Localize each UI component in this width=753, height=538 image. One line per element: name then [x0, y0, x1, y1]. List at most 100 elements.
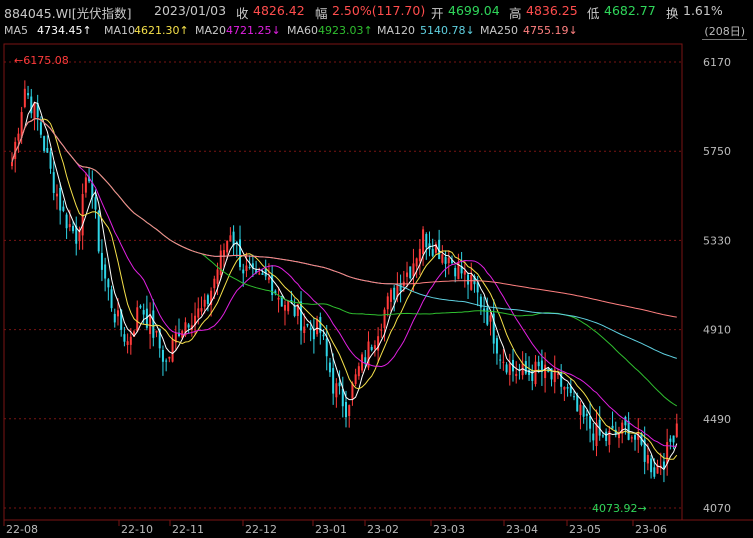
candle-body: [617, 433, 620, 439]
candle-body: [560, 372, 563, 387]
candle-body: [206, 295, 209, 304]
candle-body: [242, 269, 245, 274]
candle-body: [380, 329, 383, 331]
candle-body: [467, 274, 470, 285]
candle-body: [431, 248, 434, 256]
candle-body: [409, 266, 412, 279]
candle-body: [386, 296, 389, 310]
candle-body: [104, 264, 107, 279]
candle-body: [17, 133, 20, 141]
candle-body: [226, 240, 229, 253]
candle-body: [100, 252, 103, 270]
candle-body: [139, 305, 142, 308]
candle-body: [669, 438, 672, 442]
candle-body: [62, 206, 65, 211]
x-tick-label: 23-03: [433, 523, 465, 536]
candle-body: [505, 364, 508, 373]
ma120-line: [11, 117, 677, 359]
candle-body: [94, 197, 97, 210]
candle-body: [165, 360, 168, 362]
candle-body: [171, 339, 174, 362]
candle-body: [454, 267, 457, 277]
candle-body: [415, 258, 418, 267]
candle-body: [248, 266, 251, 268]
candle-body: [65, 214, 68, 229]
candle-body: [563, 386, 566, 390]
y-tick-label: 6170: [703, 56, 731, 69]
candle-body: [495, 338, 498, 354]
candle-body: [630, 437, 633, 439]
candle-body: [49, 152, 52, 169]
candle-body: [200, 308, 203, 312]
candle-body: [383, 309, 386, 328]
candle-body: [611, 425, 614, 429]
candle-body: [370, 346, 373, 351]
candle-body: [389, 289, 392, 302]
candle-body: [393, 287, 396, 300]
candle-body: [155, 330, 158, 333]
x-tick-label: 23-02: [367, 523, 399, 536]
candle-body: [499, 359, 502, 361]
candle-body: [287, 300, 290, 312]
x-tick-label: 22-12: [245, 523, 277, 536]
candle-body: [338, 382, 341, 387]
candle-body: [283, 305, 286, 311]
candle-body: [653, 467, 656, 477]
candle-body: [576, 394, 579, 412]
y-tick-label: 4490: [703, 413, 731, 426]
candle-body: [605, 431, 608, 441]
candle-body: [161, 349, 164, 362]
candle-body: [216, 269, 219, 284]
candle-body: [335, 383, 338, 398]
candle-body: [573, 396, 576, 398]
candle-body: [168, 356, 171, 359]
candle-body: [357, 366, 360, 377]
candle-body: [486, 307, 489, 325]
candle-body: [68, 224, 71, 228]
candle-body: [203, 299, 206, 307]
candle-body: [634, 434, 637, 440]
candle-body: [232, 231, 235, 246]
candle-body: [579, 404, 582, 416]
candle-body: [293, 305, 296, 316]
candle-body: [116, 310, 119, 317]
candle-body: [46, 148, 49, 153]
x-tick-label: 23-05: [569, 523, 601, 536]
candle-body: [129, 336, 132, 345]
candle-body: [601, 435, 604, 437]
candle-body: [27, 93, 30, 96]
candle-body: [412, 263, 415, 277]
candle-body: [325, 338, 328, 357]
candle-body: [245, 265, 248, 271]
ma60-line: [11, 117, 678, 407]
candle-body: [72, 225, 75, 232]
candle-body: [316, 319, 319, 335]
candle-body: [267, 277, 270, 280]
candle-body: [152, 310, 155, 338]
candle-body: [508, 363, 511, 376]
candle-body: [309, 327, 312, 330]
y-tick-label: 5330: [703, 234, 731, 247]
candle-body: [33, 102, 36, 120]
x-tick-label: 22-08: [6, 523, 38, 536]
candle-body: [229, 235, 232, 242]
candle-body: [556, 373, 559, 375]
candle-body: [142, 310, 145, 315]
x-tick-label: 23-06: [635, 523, 667, 536]
x-tick-label: 23-04: [506, 523, 538, 536]
candle-body: [213, 278, 216, 289]
candle-body: [364, 357, 367, 363]
candlestick-chart[interactable]: 6170 5750 5330 4910 4490 4070 22-08 22-10 22-11 2…: [0, 0, 753, 538]
candle-body: [373, 345, 376, 349]
candle-body: [470, 274, 473, 290]
candle-body: [23, 88, 26, 108]
max-price-annotation: ←6175.08: [14, 54, 69, 67]
candle-body: [624, 417, 627, 426]
candle-body: [441, 254, 444, 263]
candle-body: [239, 239, 242, 268]
candle-body: [149, 314, 152, 335]
candle-body: [425, 234, 428, 248]
candle-body: [258, 273, 261, 275]
candle-body: [534, 361, 537, 385]
candle-body: [418, 248, 421, 262]
